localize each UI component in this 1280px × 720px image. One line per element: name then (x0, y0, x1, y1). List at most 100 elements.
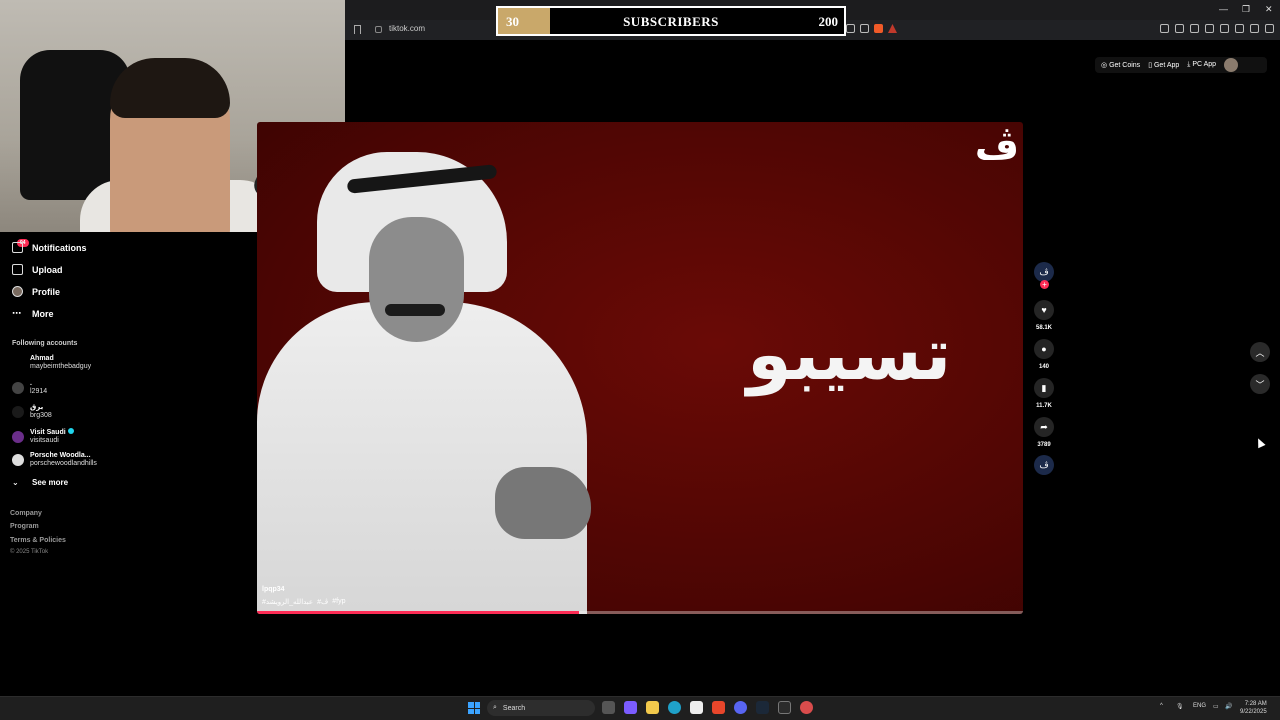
share-count: 3789 (1037, 442, 1051, 448)
browser-toolbar-icons (1160, 24, 1274, 33)
store-icon[interactable] (690, 701, 703, 714)
comment-icon: ● (1041, 344, 1047, 354)
brave-shield-icon[interactable] (874, 24, 883, 33)
sidebar-item-notifications[interactable]: Notifications (12, 242, 87, 253)
heart-icon: ♥ (1041, 305, 1047, 315)
footer-link-program[interactable]: Program (10, 523, 39, 530)
pc-app-button[interactable]: ⤓ PC App (1187, 61, 1216, 69)
next-video-button[interactable]: ﹀ (1250, 374, 1270, 394)
hashtag[interactable]: #ڤ (317, 598, 328, 606)
save-count: 11.7K (1036, 403, 1052, 409)
sidebar-item-label: Notifications (32, 242, 87, 253)
taskbar-clock[interactable]: 7:28 AM 9/22/2025 (1240, 700, 1267, 716)
creator-avatar[interactable]: ڤ (1034, 262, 1054, 282)
taskbar-search[interactable]: ⌕ Search (487, 700, 595, 716)
copilot-icon[interactable] (624, 701, 637, 714)
hashtag[interactable]: #fyp (332, 598, 345, 606)
following-account[interactable]: Porsche Woodla... porschewoodlandhills (12, 452, 97, 468)
leo-icon[interactable] (1235, 24, 1244, 33)
xbox-icon[interactable] (778, 701, 791, 714)
recording-app-icon[interactable] (800, 701, 813, 714)
language-indicator[interactable]: ENG (1193, 703, 1206, 709)
menu-icon[interactable] (1265, 24, 1274, 33)
music-icon[interactable] (1190, 24, 1199, 33)
save-button[interactable]: ▮ (1034, 378, 1054, 398)
vpn-icon[interactable] (1250, 24, 1259, 33)
tray-chevron-icon[interactable]: ^ (1160, 703, 1163, 709)
avatar (12, 454, 24, 466)
footer-link-terms[interactable]: Terms & Policies (10, 537, 66, 544)
clock-time: 7:28 AM (1244, 701, 1267, 707)
share-icon[interactable] (860, 24, 869, 33)
video-figure-mustache (385, 304, 445, 316)
share-button[interactable]: ➦ (1034, 417, 1054, 437)
sound-avatar[interactable]: ڤ (1034, 455, 1054, 475)
footer-link-company[interactable]: Company (10, 510, 42, 517)
sidebar-item-more[interactable]: ⋯ More (12, 308, 54, 319)
close-icon[interactable]: ✕ (1265, 4, 1273, 15)
following-account[interactable]: Ahmad maybeimthebadguy (12, 355, 91, 371)
share-arrow-icon: ➦ (1040, 421, 1048, 432)
see-more-button[interactable]: ⌄ See more (12, 478, 68, 487)
pc-app-label: PC App (1192, 61, 1217, 68)
video-logo: ڤ (974, 124, 1019, 168)
restore-icon[interactable]: ❐ (1242, 4, 1250, 15)
volume-icon[interactable]: 🔊 (1225, 703, 1232, 710)
media-icon[interactable] (1175, 24, 1184, 33)
file-explorer-icon[interactable] (646, 701, 659, 714)
video-figure-body (257, 302, 587, 614)
discord-icon[interactable] (734, 701, 747, 714)
avatar (12, 357, 24, 369)
see-more-label: See more (32, 478, 69, 487)
following-account[interactable]: . l2914 (12, 380, 47, 396)
wallet-icon[interactable] (1220, 24, 1229, 33)
account-handle: maybeimthebadguy (30, 363, 92, 370)
follow-button[interactable]: + (1040, 280, 1049, 289)
avatar[interactable] (1224, 58, 1239, 72)
minimize-icon[interactable]: — (1219, 4, 1228, 14)
hashtag[interactable]: #عبدالله_الرويشد (262, 598, 313, 606)
network-icon[interactable]: ▭ (1213, 703, 1219, 710)
video-overlay-text: تسيبو (747, 312, 952, 396)
brave-rewards-icon[interactable] (888, 24, 897, 33)
account-handle: visitsaudi (30, 437, 59, 444)
get-coins-label: Get Coins (1109, 62, 1141, 69)
microphone-icon[interactable]: 🎙 (1176, 703, 1184, 710)
account-name: Visit Saudi (30, 429, 66, 436)
url-text[interactable]: tiktok.com (389, 24, 425, 33)
task-view-icon[interactable] (602, 701, 615, 714)
get-coins-button[interactable]: ◎ Get Coins (1101, 61, 1140, 69)
mouse-cursor-icon (1254, 436, 1266, 449)
sidebar-item-upload[interactable]: Upload (12, 264, 63, 275)
comment-count: 140 (1038, 364, 1049, 370)
tiktok-header-actions: ◎ Get Coins ▯ Get App ⤓ PC App (1095, 57, 1267, 73)
brave-icon[interactable] (712, 701, 725, 714)
extensions-icon[interactable] (1160, 24, 1169, 33)
edge-icon[interactable] (668, 701, 681, 714)
comment-button[interactable]: ● (1034, 339, 1054, 359)
clock-date: 9/22/2025 (1240, 709, 1267, 715)
bookmark-icon[interactable] (354, 25, 361, 34)
video-player[interactable]: تسيبو ڤ lpqp34 #عبدالله_الرويشد #ڤ #fyp (257, 122, 1023, 614)
steam-icon[interactable] (756, 701, 769, 714)
sound-avatar-text: ڤ (1039, 459, 1049, 470)
chevron-up-icon: ︿ (1255, 347, 1265, 358)
sidebar-item-label: Upload (32, 264, 63, 275)
extension-icons (846, 24, 897, 33)
account-name: برق (30, 404, 44, 411)
site-info-icon[interactable] (375, 26, 382, 33)
windows-start-icon[interactable] (468, 702, 480, 714)
sidebar-item-profile[interactable]: Profile (12, 286, 60, 297)
following-account[interactable]: Visit Saudi visitsaudi (12, 428, 74, 445)
like-button[interactable]: ♥ (1034, 300, 1054, 320)
search-icon: ⌕ (493, 704, 497, 711)
previous-video-button[interactable]: ︿ (1250, 342, 1270, 362)
video-username[interactable]: lpqp34 (262, 586, 285, 593)
screenshot-icon[interactable] (846, 24, 855, 33)
following-account[interactable]: برق brg308 (12, 404, 52, 420)
account-handle: l2914 (30, 388, 48, 395)
get-app-button[interactable]: ▯ Get App (1148, 61, 1179, 69)
sidebar-item-label: More (32, 308, 54, 319)
avatar (12, 382, 24, 394)
sidebar-icon[interactable] (1205, 24, 1214, 33)
